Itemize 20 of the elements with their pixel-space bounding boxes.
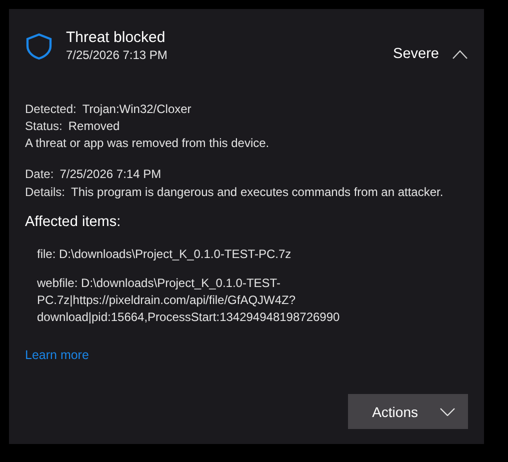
status-message: A threat or app was removed from this device. (25, 136, 270, 150)
actions-button[interactable]: Actions (348, 394, 468, 429)
affected-item: webfile: D:\downloads\Project_K_0.1.0-TEST-PC.7z|https://pixeldrain.com/api/file/GfAQJW4Z?download|pid:15664,ProcessStart:134294948198726990 (37, 275, 341, 326)
field-label: Status: (25, 119, 62, 133)
shield-icon (26, 33, 52, 60)
affected-item: file: D:\downloads\Project_K_0.1.0-TEST-PC.7z (37, 246, 292, 263)
field-label: Details: (25, 185, 66, 199)
notification-title: Threat blocked (66, 29, 166, 46)
field-label: Detected: (25, 102, 76, 116)
severity-label: Severe (393, 46, 439, 62)
field-label: Date: (25, 167, 54, 181)
field-value: Trojan:Win32/Cloxer (82, 102, 192, 116)
chevron-down-icon (440, 408, 455, 416)
learn-more-link[interactable]: Learn more (25, 348, 89, 362)
field-value: Removed (68, 119, 120, 133)
field-value: 7/25/2026 7:14 PM (60, 167, 162, 181)
chevron-icon[interactable] (452, 50, 468, 59)
field-value: This program is dangerous and executes commands from an attacker. (71, 185, 444, 199)
section-heading: Affected items: (25, 214, 122, 230)
timestamp: 7/25/2026 7:13 PM (66, 48, 168, 62)
